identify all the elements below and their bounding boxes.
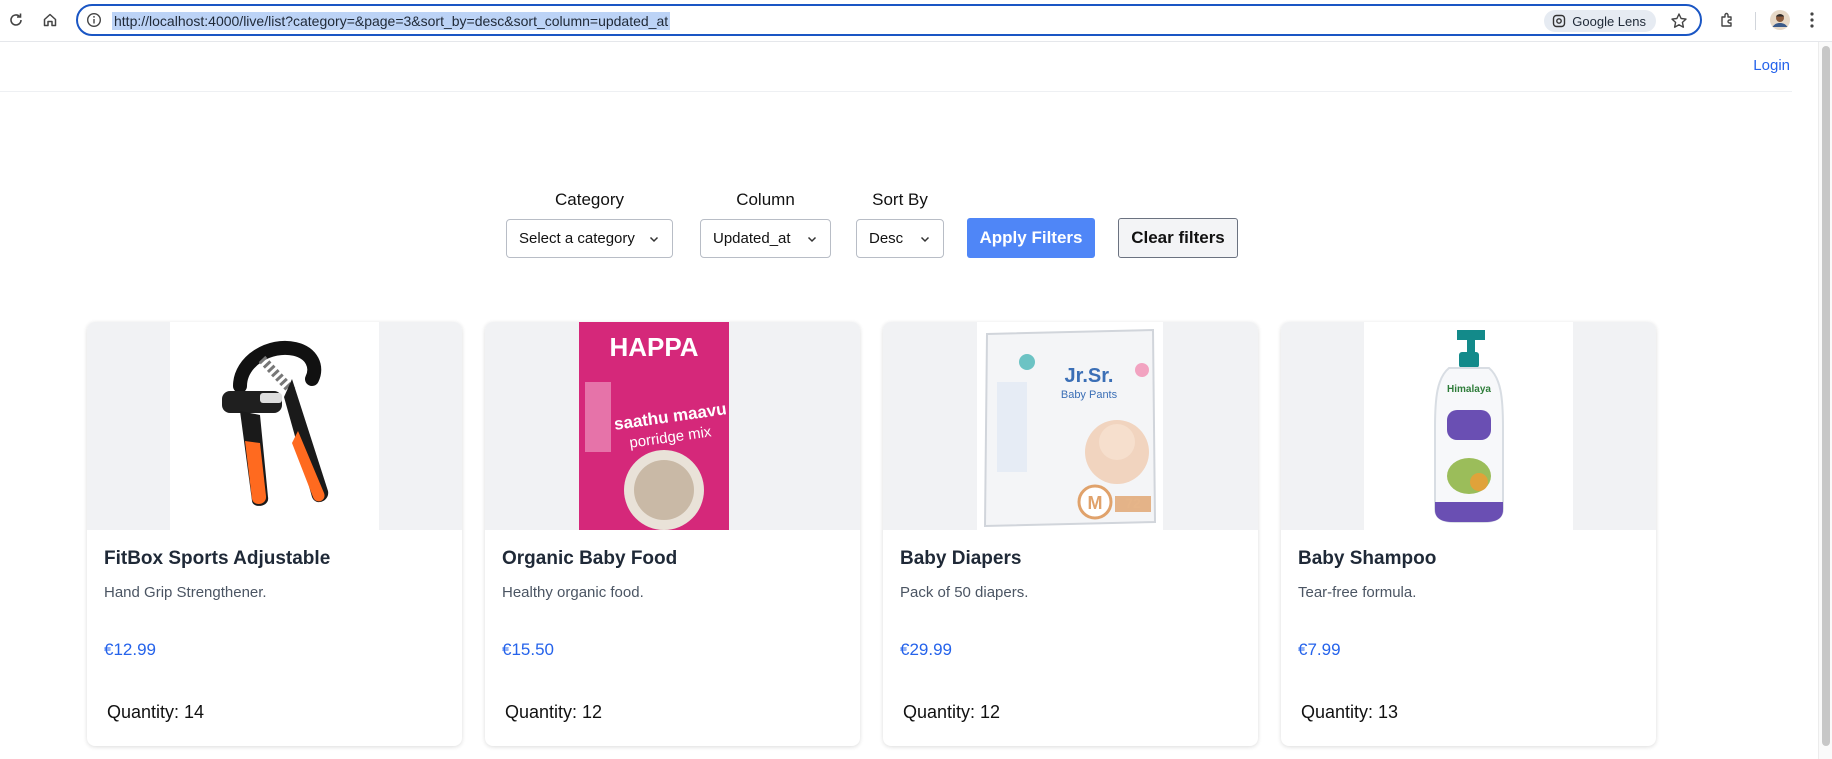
product-price: €12.99 xyxy=(104,640,156,659)
profile-avatar[interactable] xyxy=(1768,8,1792,32)
sortby-select-value: Desc xyxy=(869,230,904,247)
product-quantity: Quantity: 12 xyxy=(903,702,1001,722)
svg-text:Himalaya: Himalaya xyxy=(1447,384,1491,395)
product-description: Pack of 50 diapers. xyxy=(900,584,1029,601)
google-lens-label: Google Lens xyxy=(1572,13,1646,29)
sortby-select[interactable]: Desc xyxy=(856,219,944,258)
product-quantity: Quantity: 14 xyxy=(107,702,205,722)
product-price: €29.99 xyxy=(900,640,952,659)
sortby-label: Sort By xyxy=(872,190,928,209)
column-label: Column xyxy=(736,190,795,209)
bookmark-star-icon[interactable] xyxy=(1670,12,1688,30)
extensions-icon[interactable] xyxy=(1716,8,1740,32)
clear-filters-button[interactable]: Clear filters xyxy=(1118,218,1238,258)
product-image-area: Jr.Sr. Baby Pants M 72 xyxy=(883,322,1258,530)
product-price: €15.50 xyxy=(502,640,554,659)
baby-food-box-image: HAPPA saathu maavu porridge mix xyxy=(579,322,729,530)
product-grid: FitBox Sports Adjustable Hand Grip Stren… xyxy=(87,322,1659,746)
category-label: Category xyxy=(555,190,624,209)
product-name[interactable]: Baby Diapers xyxy=(900,548,1021,570)
product-description: Hand Grip Strengthener. xyxy=(104,584,267,601)
column-select[interactable]: Updated_at xyxy=(700,219,831,258)
sortby-filter: Sort By Desc xyxy=(856,190,944,258)
toolbar-divider xyxy=(1755,12,1756,30)
product-description: Healthy organic food. xyxy=(502,584,644,601)
filter-bar: Category Select a category Column Update… xyxy=(506,190,1238,260)
page-header: Login xyxy=(0,42,1792,92)
svg-text:Baby Pants: Baby Pants xyxy=(1061,389,1118,401)
category-select[interactable]: Select a category xyxy=(506,219,673,258)
url-text[interactable]: http://localhost:4000/live/list?category… xyxy=(112,12,671,30)
scrollbar-thumb[interactable] xyxy=(1822,46,1830,746)
address-bar[interactable]: http://localhost:4000/live/list?category… xyxy=(76,4,1702,36)
product-card[interactable]: HAPPA saathu maavu porridge mix Organic … xyxy=(485,322,860,746)
reload-icon[interactable] xyxy=(4,8,28,32)
svg-text:Jr.Sr.: Jr.Sr. xyxy=(1065,365,1114,387)
chevron-down-icon xyxy=(649,236,659,242)
chevron-down-icon xyxy=(807,236,817,242)
hand-grip-image xyxy=(170,322,379,530)
product-price: €7.99 xyxy=(1298,640,1341,659)
product-card[interactable]: Jr.Sr. Baby Pants M 72 Baby Diapers Pack… xyxy=(883,322,1258,746)
login-link[interactable]: Login xyxy=(1753,57,1790,74)
product-quantity: Quantity: 12 xyxy=(505,702,603,722)
category-select-value: Select a category xyxy=(519,230,635,247)
product-quantity: Quantity: 13 xyxy=(1301,702,1399,722)
product-image-area xyxy=(87,322,462,530)
svg-text:M: M xyxy=(1088,493,1103,513)
column-select-value: Updated_at xyxy=(713,230,791,247)
product-description: Tear-free formula. xyxy=(1298,584,1417,601)
product-name[interactable]: FitBox Sports Adjustable xyxy=(104,548,330,570)
menu-kebab-icon[interactable] xyxy=(1800,8,1824,32)
product-image-area: HAPPA saathu maavu porridge mix xyxy=(485,322,860,530)
category-filter: Category Select a category xyxy=(506,190,673,258)
page-scrollbar[interactable] xyxy=(1818,42,1832,759)
site-info-icon[interactable] xyxy=(86,12,102,28)
chevron-down-icon xyxy=(920,236,930,242)
google-lens-button[interactable]: Google Lens xyxy=(1544,10,1656,32)
diaper-pack-image: Jr.Sr. Baby Pants M 72 xyxy=(977,322,1163,530)
product-card[interactable]: FitBox Sports Adjustable Hand Grip Stren… xyxy=(87,322,462,746)
browser-toolbar: http://localhost:4000/live/list?category… xyxy=(0,0,1832,42)
lens-icon xyxy=(1553,14,1566,28)
home-icon[interactable] xyxy=(38,8,62,32)
product-name[interactable]: Organic Baby Food xyxy=(502,548,677,570)
svg-text:HAPPA: HAPPA xyxy=(609,332,698,362)
column-filter: Column Updated_at xyxy=(700,190,831,258)
product-image-area: Himalaya xyxy=(1281,322,1656,530)
product-name[interactable]: Baby Shampoo xyxy=(1298,548,1436,570)
apply-filters-button[interactable]: Apply Filters xyxy=(967,218,1095,258)
product-card[interactable]: Himalaya Baby Shampoo Tear-free formula.… xyxy=(1281,322,1656,746)
shampoo-bottle-image: Himalaya xyxy=(1364,322,1573,530)
